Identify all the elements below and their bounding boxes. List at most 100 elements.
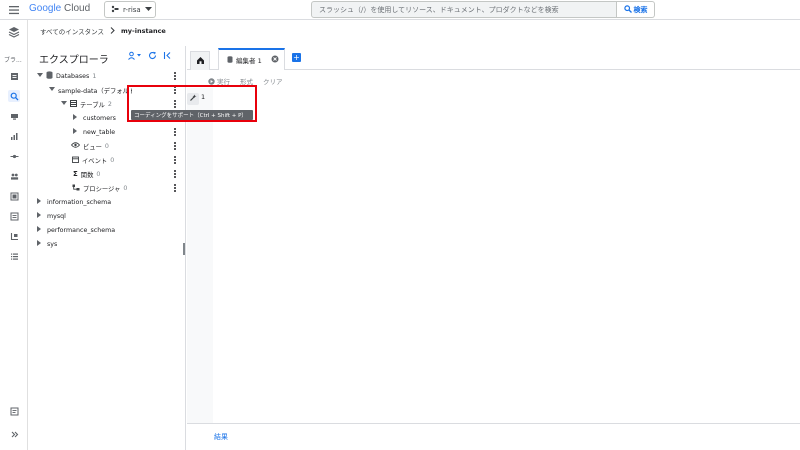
explorer-toolbar	[128, 51, 172, 62]
breadcrumb-parent[interactable]: すべてのインスタンス	[40, 26, 104, 36]
views-more-icon[interactable]	[172, 141, 177, 151]
tree-functions-label: 関数	[80, 171, 94, 179]
tree-database-name: sample-data（デフォルト	[58, 87, 132, 95]
explorer-title: エクスプローラ	[39, 55, 109, 66]
database-icon	[46, 71, 53, 81]
google-cloud-logo[interactable]: Google Cloud	[29, 3, 90, 14]
functions-more-icon[interactable]	[172, 169, 177, 179]
tree-tables-label: テーブル	[80, 101, 105, 109]
table-name: customers	[83, 114, 116, 122]
panel-resize-handle[interactable]	[183, 243, 185, 255]
home-icon	[196, 56, 205, 67]
tree-database-label: information_schema	[47, 198, 112, 206]
tree-database-label: mysql	[47, 212, 66, 220]
expand-rail-icon[interactable]	[8, 428, 20, 440]
editor-tab-bar: 編集者 1 +	[187, 46, 800, 70]
caret-collapsed-icon	[37, 226, 42, 234]
tree-views-count: 0	[104, 142, 109, 150]
tree-database-sample-data[interactable]: sample-data（デフォルト	[49, 84, 132, 96]
backups-icon[interactable]	[8, 210, 20, 222]
tree-functions-count: 0	[96, 170, 101, 178]
tree-databases-count: 1	[92, 72, 97, 80]
tree-procedures-label: プロシージャ	[83, 185, 121, 193]
tree-database[interactable]: sys	[37, 238, 57, 250]
search-input[interactable]	[312, 2, 616, 17]
play-icon	[208, 77, 215, 85]
add-tab-icon[interactable]: +	[292, 53, 301, 62]
tree-database[interactable]: information_schema	[37, 196, 111, 208]
connections-icon[interactable]	[8, 110, 20, 122]
results-tab[interactable]: 結果	[214, 432, 228, 442]
studio-search-icon[interactable]	[8, 90, 20, 102]
project-name: r-risa	[123, 5, 141, 14]
caret-collapsed-icon	[37, 212, 42, 220]
breadcrumb: すべてのインスタンス my-instance	[40, 26, 166, 36]
collapse-panel-icon[interactable]	[163, 51, 172, 62]
calendar-icon	[72, 156, 79, 165]
table-icon	[70, 99, 77, 109]
replication-icon[interactable]	[8, 230, 20, 242]
close-tab-icon[interactable]	[271, 55, 279, 65]
tree-database-label: sys	[47, 240, 58, 248]
home-tab[interactable]	[190, 51, 210, 70]
tree-events[interactable]: イベント 0	[72, 154, 114, 166]
monitoring-icon[interactable]	[8, 130, 20, 142]
caret-collapsed-icon	[73, 114, 78, 122]
clear-label: クリア	[263, 78, 283, 86]
tree-table-customers[interactable]: customers	[73, 112, 116, 124]
events-more-icon[interactable]	[172, 155, 177, 165]
databases-more-icon[interactable]	[172, 71, 177, 81]
release-notes-icon[interactable]	[8, 405, 20, 417]
tree-database[interactable]: mysql	[37, 210, 66, 222]
databases-icon[interactable]	[8, 190, 20, 202]
caret-expanded-icon	[37, 72, 43, 80]
search-button-label: 検索	[633, 5, 648, 14]
project-selector[interactable]: r-risa	[104, 1, 156, 18]
project-icon	[111, 5, 119, 15]
menu-icon[interactable]	[8, 4, 20, 16]
caret-collapsed-icon	[37, 240, 42, 248]
tree-tables-count: 2	[107, 100, 112, 108]
editor-db-icon	[227, 55, 233, 65]
editor-tab-label: 編集者 1	[236, 57, 262, 65]
search-box	[311, 1, 617, 18]
results-panel: 結果	[187, 423, 800, 450]
procedures-more-icon[interactable]	[172, 183, 177, 193]
sigma-icon: Σ	[73, 170, 78, 178]
operations-icon[interactable]	[8, 250, 20, 262]
clear-button[interactable]: クリア	[263, 76, 283, 86]
logo-google-text: Google	[29, 3, 62, 14]
tree-database[interactable]: performance_schema	[37, 224, 115, 236]
search-icon	[623, 4, 632, 15]
add-connection-icon[interactable]	[128, 51, 142, 62]
refresh-icon[interactable]	[148, 51, 157, 62]
product-stack-icon[interactable]	[8, 26, 20, 38]
caret-expanded-icon	[49, 86, 55, 94]
tab-editor-1[interactable]: 編集者 1	[218, 48, 285, 70]
users-icon[interactable]	[8, 170, 20, 182]
tree-databases[interactable]: Databases 1	[37, 70, 96, 82]
tree-events-count: 0	[110, 156, 115, 164]
left-rail: ブラ...	[0, 20, 28, 450]
logo-cloud-text: Cloud	[64, 3, 91, 14]
tree-views[interactable]: ビュー 0	[70, 140, 109, 152]
editor-gutter	[187, 88, 213, 423]
rail-label: ブラ...	[4, 57, 22, 64]
procedure-icon	[72, 184, 80, 193]
overview-icon[interactable]	[8, 70, 20, 82]
top-bar: Google Cloud r-risa 検索	[0, 0, 800, 20]
search-button[interactable]: 検索	[617, 1, 655, 18]
tree-tables[interactable]: テーブル 2	[61, 98, 112, 110]
tree-table-new-table[interactable]: new_table	[73, 126, 115, 138]
tree-functions[interactable]: Σ 関数 0	[73, 168, 100, 180]
caret-expanded-icon	[61, 100, 67, 108]
tree-procedures[interactable]: プロシージャ 0	[72, 182, 127, 194]
new-table-more-icon[interactable]	[172, 127, 177, 137]
replicas-icon[interactable]	[8, 150, 20, 162]
breadcrumb-current: my-instance	[121, 27, 166, 35]
caret-down-icon	[144, 6, 152, 14]
caret-collapsed-icon	[73, 128, 78, 136]
tree-procedures-count: 0	[123, 184, 128, 192]
table-name: new_table	[83, 128, 116, 136]
tree-databases-label: Databases	[56, 72, 90, 80]
